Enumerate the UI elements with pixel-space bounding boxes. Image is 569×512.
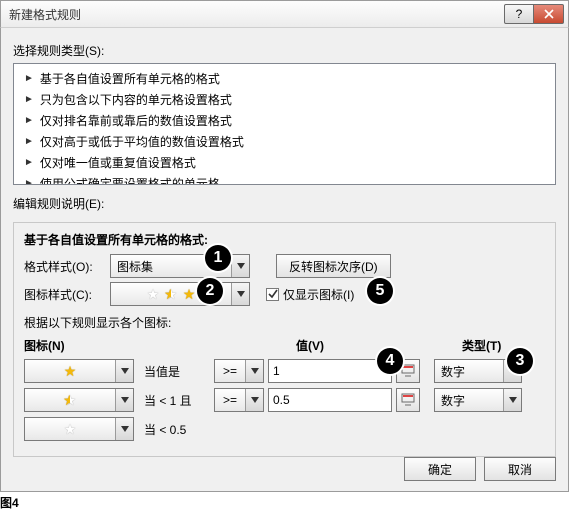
title-bar: 新建格式规则 ?	[0, 0, 569, 28]
rule-operator-dropdown[interactable]: >=	[214, 388, 264, 412]
header-icon: 图标(N)	[24, 337, 152, 354]
chevron-down-icon	[251, 397, 259, 403]
star-empty-icon: ★	[63, 421, 77, 438]
rule-type-dropdown[interactable]: 数字	[434, 388, 522, 412]
format-style-value: 图标集	[117, 258, 153, 275]
annotation-5: 5	[367, 278, 393, 304]
rule-type-text: 只为包含以下内容的单元格设置格式	[40, 91, 232, 108]
dialog-body: 选择规则类型(S): ► 基于各自值设置所有单元格的格式 ► 只为包含以下内容的单元…	[0, 28, 569, 492]
figure-caption: 图4	[0, 494, 19, 511]
chevron-down-icon	[251, 368, 259, 374]
dropdown-arrow[interactable]	[115, 418, 133, 440]
icon-style-dropdown[interactable]: ★ ★ ★	[110, 282, 250, 306]
chevron-down-icon	[121, 397, 129, 403]
dialog-footer: 确定 取消	[404, 457, 556, 481]
header-value: 值(V)	[296, 337, 434, 354]
rule-type-text: 基于各自值设置所有单元格的格式	[40, 70, 220, 87]
dropdown-arrow[interactable]	[245, 360, 263, 382]
rule-operator: >=	[223, 364, 237, 378]
rule-type-item[interactable]: ► 仅对排名靠前或靠后的数值设置格式	[14, 110, 555, 131]
help-button[interactable]: ?	[504, 4, 534, 24]
group-title: 基于各自值设置所有单元格的格式:	[24, 231, 545, 248]
play-icon: ►	[24, 136, 34, 147]
chevron-down-icon	[509, 397, 517, 403]
chevron-down-icon	[121, 368, 129, 374]
icon-style-label: 图标样式(C):	[24, 286, 104, 303]
rule-value-input[interactable]: 0.5	[268, 388, 392, 412]
show-icon-only-label: 仅显示图标(I)	[283, 286, 354, 303]
edit-rule-desc-label: 编辑规则说明(E):	[13, 195, 556, 212]
rule-type-value: 数字	[441, 363, 465, 380]
rule-editor-group: 基于各自值设置所有单元格的格式: 格式样式(O): 图标集 反转图标次序(D) …	[13, 222, 556, 457]
annotation-1: 1	[205, 245, 231, 271]
range-picker-icon	[401, 364, 415, 378]
reverse-icon-order-button[interactable]: 反转图标次序(D)	[276, 254, 391, 278]
rule-type-item[interactable]: ► 仅对唯一值或重复值设置格式	[14, 152, 555, 173]
dropdown-arrow[interactable]	[503, 389, 521, 411]
rule-type-value: 数字	[441, 392, 465, 409]
rule-type-text: 仅对唯一值或重复值设置格式	[40, 154, 196, 171]
rule-type-item[interactable]: ► 使用公式确定要设置格式的单元格	[14, 173, 555, 185]
window-buttons: ?	[504, 4, 564, 24]
annotation-3: 3	[507, 348, 533, 374]
help-icon: ?	[516, 7, 523, 21]
format-style-label: 格式样式(O):	[24, 258, 104, 275]
chevron-down-icon	[121, 426, 129, 432]
rule-headers: 图标(N) 值(V) 类型(T)	[24, 337, 545, 354]
chevron-down-icon	[237, 263, 245, 269]
select-rule-type-label: 选择规则类型(S):	[13, 42, 556, 59]
rules-sub-label: 根据以下规则显示各个图标:	[24, 314, 545, 331]
rule-row: ★ 当值是 >= 1 数字	[24, 359, 545, 383]
rule-type-list[interactable]: ► 基于各自值设置所有单元格的格式 ► 只为包含以下内容的单元格设置格式 ► 仅对排名…	[13, 63, 556, 185]
rule-type-text: 仅对高于或低于平均值的数值设置格式	[40, 133, 244, 150]
rule-value-input[interactable]: 1	[268, 359, 392, 383]
rule-row: ★ 当 < 0.5	[24, 417, 545, 441]
range-picker-icon	[401, 393, 415, 407]
star-full-icon: ★	[63, 363, 77, 380]
dropdown-arrow[interactable]	[231, 255, 249, 277]
ok-button[interactable]: 确定	[404, 457, 476, 481]
play-icon: ►	[24, 178, 34, 185]
chevron-down-icon	[237, 291, 245, 297]
dropdown-arrow[interactable]	[115, 389, 133, 411]
star-empty-icon: ★	[146, 286, 160, 303]
play-icon: ►	[24, 73, 34, 84]
rule-type-text: 仅对排名靠前或靠后的数值设置格式	[40, 112, 232, 129]
rule-operator-dropdown[interactable]: >=	[214, 359, 264, 383]
play-icon: ►	[24, 157, 34, 168]
annotation-4: 4	[377, 348, 403, 374]
rule-icon-dropdown[interactable]: ★	[24, 388, 134, 412]
star-full-icon: ★	[182, 286, 196, 303]
rule-icon-dropdown[interactable]: ★	[24, 359, 134, 383]
show-icon-only-checkbox[interactable]	[266, 288, 279, 301]
play-icon: ►	[24, 115, 34, 126]
rule-operator: >=	[223, 393, 237, 407]
annotation-2: 2	[197, 278, 223, 304]
rule-condition: 当 < 0.5	[138, 421, 210, 438]
rule-type-item[interactable]: ► 基于各自值设置所有单元格的格式	[14, 68, 555, 89]
rule-type-text: 使用公式确定要设置格式的单元格	[40, 175, 220, 185]
star-half-icon: ★	[63, 392, 77, 409]
show-icon-only-row: 仅显示图标(I)	[266, 286, 354, 303]
format-style-row: 格式样式(O): 图标集 反转图标次序(D)	[24, 254, 545, 278]
cancel-button[interactable]: 取消	[484, 457, 556, 481]
dropdown-arrow[interactable]	[231, 283, 249, 305]
dropdown-arrow[interactable]	[245, 389, 263, 411]
header-type: 类型(T)	[462, 337, 545, 354]
rule-row: ★ 当 < 1 且 >= 0.5 数字	[24, 388, 545, 412]
dropdown-arrow[interactable]	[115, 360, 133, 382]
range-picker-button[interactable]	[396, 388, 420, 412]
window-title: 新建格式规则	[9, 6, 504, 23]
close-icon	[544, 9, 554, 19]
play-icon: ►	[24, 94, 34, 105]
rule-icon-dropdown[interactable]: ★	[24, 417, 134, 441]
rule-type-item[interactable]: ► 只为包含以下内容的单元格设置格式	[14, 89, 555, 110]
rule-type-item[interactable]: ► 仅对高于或低于平均值的数值设置格式	[14, 131, 555, 152]
rule-condition: 当值是	[138, 363, 210, 380]
rule-condition: 当 < 1 且	[138, 392, 210, 409]
check-icon	[268, 289, 278, 299]
icon-style-row: 图标样式(C): ★ ★ ★ 仅显示图标(I)	[24, 282, 545, 306]
close-button[interactable]	[534, 4, 564, 24]
star-half-icon: ★	[164, 286, 178, 303]
